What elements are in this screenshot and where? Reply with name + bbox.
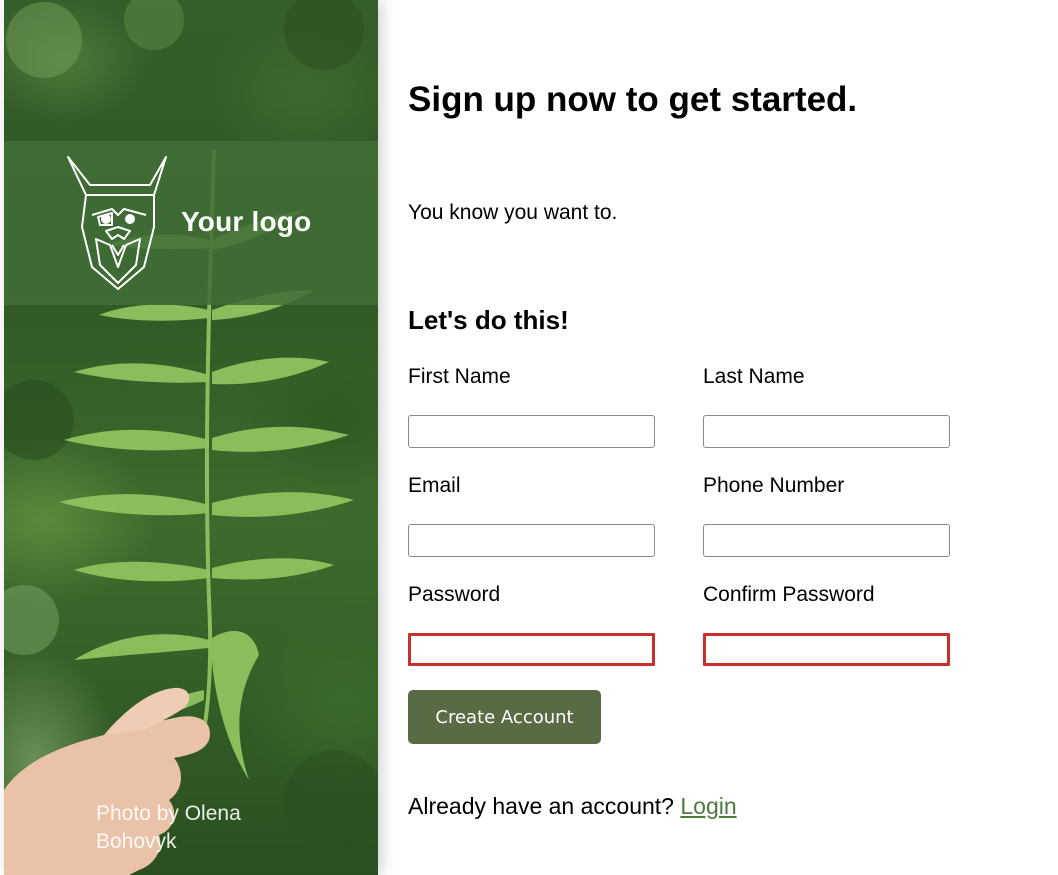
password-input[interactable] (408, 633, 655, 666)
logo-band: Your logo (4, 141, 378, 305)
page-title: Sign up now to get started. (408, 80, 858, 119)
hero-image-panel: Your logo Photo by Olena Bohovyk (4, 0, 378, 875)
form-heading: Let's do this! (408, 305, 569, 335)
confirm-password-input[interactable] (703, 633, 950, 666)
last-name-label: Last Name (703, 365, 805, 388)
confirm-password-label: Confirm Password (703, 583, 875, 606)
first-name-group: First Name (408, 365, 655, 448)
login-prompt-line: Already have an account? Login (408, 793, 737, 820)
last-name-input[interactable] (703, 415, 950, 448)
confirm-password-group: Confirm Password (703, 583, 950, 666)
phone-label: Phone Number (703, 474, 845, 497)
email-input[interactable] (408, 524, 655, 557)
login-prompt-text: Already have an account? (408, 793, 674, 819)
logo-text: Your logo (181, 206, 312, 237)
email-group: Email (408, 474, 655, 557)
fern-photo (4, 0, 378, 875)
email-label: Email (408, 474, 461, 497)
bearded-viking-head-icon (67, 156, 167, 290)
password-label: Password (408, 583, 501, 606)
signup-page: Your logo Photo by Olena Bohovyk Sign up… (0, 0, 1058, 875)
login-link[interactable]: Login (680, 793, 736, 819)
photo-credit: Photo by Olena Bohovyk (96, 802, 241, 853)
phone-input[interactable] (703, 524, 950, 557)
first-name-input[interactable] (408, 415, 655, 448)
create-account-button[interactable]: Create Account (408, 690, 601, 744)
tagline: You know you want to. (408, 201, 618, 224)
last-name-group: Last Name (703, 365, 950, 448)
password-group: Password (408, 583, 655, 666)
phone-group: Phone Number (703, 474, 950, 557)
first-name-label: First Name (408, 365, 511, 388)
